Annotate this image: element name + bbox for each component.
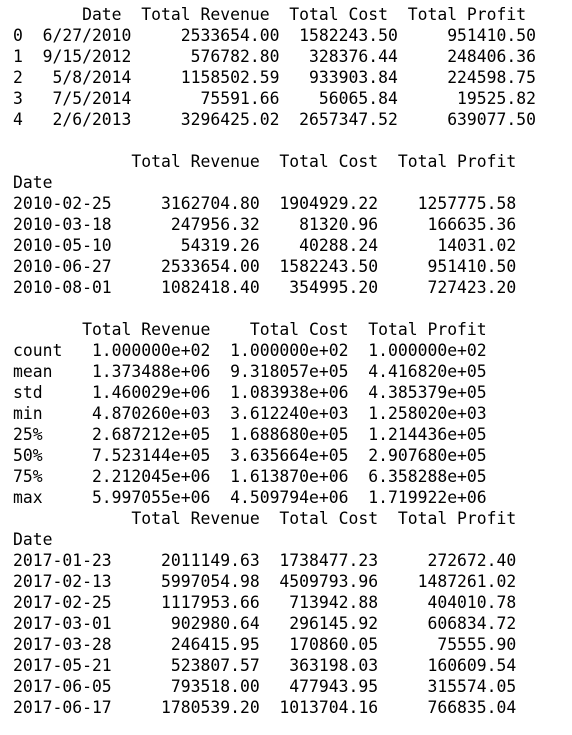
indexed-table: Total Revenue Total Cost Total Profit Da… bbox=[13, 151, 572, 298]
indexed-table-header: Total Revenue Total Cost Total Profit bbox=[13, 152, 517, 171]
table-row: max 5.997055e+06 4.509794e+06 1.719922e+… bbox=[13, 488, 487, 507]
table-row: 4 2/6/2013 3296425.02 2657347.52 639077.… bbox=[13, 110, 537, 129]
describe-table: Total Revenue Total Cost Total Profit co… bbox=[13, 319, 572, 508]
table-row: 1 9/15/2012 576782.80 328376.44 248406.3… bbox=[13, 47, 537, 66]
console-output: Date Total Revenue Total Cost Total Prof… bbox=[0, 0, 572, 735]
table-row: 2017-02-13 5997054.98 4509793.96 1487261… bbox=[13, 572, 517, 591]
table-row: 25% 2.687212e+05 1.688680e+05 1.214436e+… bbox=[13, 425, 487, 444]
table-row: 2017-05-21 523807.57 363198.03 160609.54 bbox=[13, 656, 517, 675]
head-table: Date Total Revenue Total Cost Total Prof… bbox=[13, 4, 572, 130]
filtered-table: Total Revenue Total Cost Total Profit Da… bbox=[13, 508, 572, 718]
index-label: Date bbox=[13, 173, 53, 192]
filtered-table-header: Total Revenue Total Cost Total Profit bbox=[13, 509, 517, 528]
table-row: 75% 2.212045e+06 1.613870e+06 6.358288e+… bbox=[13, 467, 487, 486]
table-row: std 1.460029e+06 1.083938e+06 4.385379e+… bbox=[13, 383, 487, 402]
table-row: 2010-06-27 2533654.00 1582243.50 951410.… bbox=[13, 257, 517, 276]
table-row: 2010-03-18 247956.32 81320.96 166635.36 bbox=[13, 215, 517, 234]
table-row: count 1.000000e+02 1.000000e+02 1.000000… bbox=[13, 341, 487, 360]
table-row: 2010-02-25 3162704.80 1904929.22 1257775… bbox=[13, 194, 517, 213]
table-row: 2010-05-10 54319.26 40288.24 14031.02 bbox=[13, 236, 517, 255]
table-row: 2017-06-17 1780539.20 1013704.16 766835.… bbox=[13, 698, 517, 717]
table-row: 2 5/8/2014 1158502.59 933903.84 224598.7… bbox=[13, 68, 537, 87]
index-label: Date bbox=[13, 530, 53, 549]
table-row: 3 7/5/2014 75591.66 56065.84 19525.82 bbox=[13, 89, 537, 108]
table-row: min 4.870260e+03 3.612240e+03 1.258020e+… bbox=[13, 404, 487, 423]
table-row: mean 1.373488e+06 9.318057e+05 4.416820e… bbox=[13, 362, 487, 381]
table-row: 2017-06-05 793518.00 477943.95 315574.05 bbox=[13, 677, 517, 696]
table-row: 2017-02-25 1117953.66 713942.88 404010.7… bbox=[13, 593, 517, 612]
table-row: 2017-03-01 902980.64 296145.92 606834.72 bbox=[13, 614, 517, 633]
describe-table-header: Total Revenue Total Cost Total Profit bbox=[13, 320, 487, 339]
table-row: 50% 7.523144e+05 3.635664e+05 2.907680e+… bbox=[13, 446, 487, 465]
table-row: 2010-08-01 1082418.40 354995.20 727423.2… bbox=[13, 278, 517, 297]
table-row: 2017-03-28 246415.95 170860.05 75555.90 bbox=[13, 635, 517, 654]
table-row: 0 6/27/2010 2533654.00 1582243.50 951410… bbox=[13, 26, 537, 45]
head-table-header: Date Total Revenue Total Cost Total Prof… bbox=[13, 5, 527, 24]
table-row: 2017-01-23 2011149.63 1738477.23 272672.… bbox=[13, 551, 517, 570]
